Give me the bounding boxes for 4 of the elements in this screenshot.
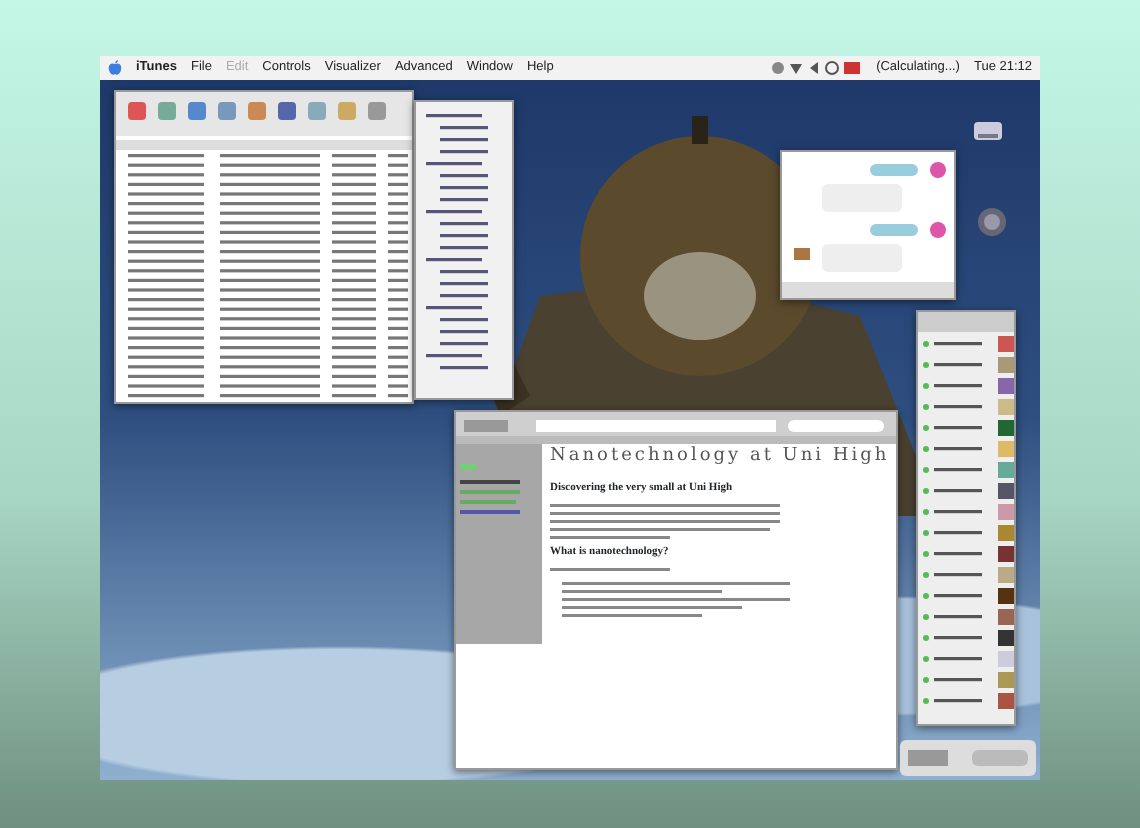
status-icons-drawing[interactable]: [770, 60, 863, 76]
apple-menu-icon[interactable]: [108, 60, 122, 76]
page-heading: Nanotechnology at Uni High: [550, 444, 890, 470]
globe-icon[interactable]: [976, 206, 1008, 238]
